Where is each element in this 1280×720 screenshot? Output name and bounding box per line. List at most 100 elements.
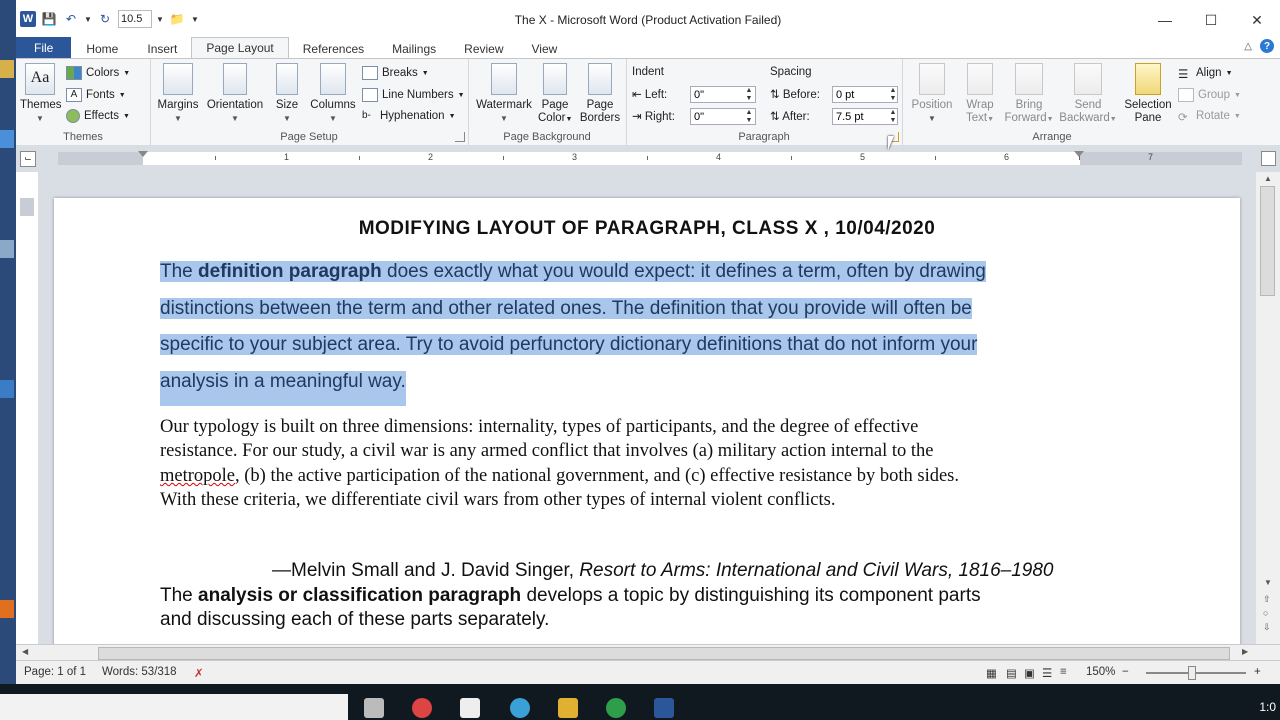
scroll-up-icon[interactable]: ▲ <box>1264 174 1272 183</box>
file-explorer-icon[interactable] <box>558 698 578 718</box>
themes-group: Aa Themes ▼ Colors ▼ A Fonts ▼ Effects ▼ The… <box>16 59 151 145</box>
wrap-text-button[interactable]: Wrap Text▼ <box>960 63 1000 126</box>
desktop-icon[interactable] <box>0 130 14 148</box>
zoom-in-button[interactable]: + <box>1254 666 1261 678</box>
spacing-before-spinner[interactable]: ▲ ▼ <box>888 87 898 104</box>
edge-icon[interactable] <box>510 698 530 718</box>
page-setup-launcher-icon[interactable] <box>455 132 465 142</box>
scroll-right-icon[interactable]: ▶ <box>1242 647 1248 656</box>
tab-home[interactable]: Home <box>71 39 133 59</box>
web-layout-icon[interactable]: ▣ <box>1024 666 1035 680</box>
ribbon-right-controls: △ ? <box>1244 39 1274 53</box>
document-page[interactable]: MODIFYING LAYOUT OF PARAGRAPH, CLASS X ,… <box>54 198 1240 644</box>
taskbar-search-box[interactable] <box>0 694 348 720</box>
word-taskbar-icon[interactable] <box>654 698 674 718</box>
window-title: The X - Microsoft Word (Product Activati… <box>514 13 782 27</box>
spacing-after-label: ⇅ After: <box>770 111 810 123</box>
page-color-button[interactable]: Page Color▼ <box>538 63 572 126</box>
tab-file[interactable]: File <box>16 37 72 59</box>
horizontal-ruler-row: ⌙ 1 2 3 4 5 6 7 <box>16 145 1280 172</box>
breaks-button[interactable]: Breaks ▼ <box>362 64 429 82</box>
desktop-icon[interactable] <box>0 380 14 398</box>
tab-page-layout[interactable]: Page Layout <box>191 37 289 59</box>
horizontal-scrollbar[interactable]: ◀ ▶ <box>16 644 1280 661</box>
document-title[interactable]: MODIFYING LAYOUT OF PARAGRAPH, CLASS X ,… <box>54 218 1240 240</box>
word-count[interactable]: Words: 53/318 <box>102 666 177 678</box>
vertical-scrollbar[interactable]: ▲ ▼ ⇧ ○ ⇩ <box>1256 172 1280 644</box>
close-button[interactable]: ✕ <box>1234 0 1280 40</box>
fonts-button[interactable]: A Fonts ▼ <box>66 86 126 104</box>
ruler-number: 1 <box>284 152 290 162</box>
task-view-icon[interactable] <box>364 698 384 718</box>
zoom-out-button[interactable]: − <box>1122 666 1129 678</box>
browser-icon[interactable] <box>412 698 432 718</box>
line-numbers-button[interactable]: Line Numbers ▼ <box>362 86 465 104</box>
draft-icon[interactable]: ≡ <box>1060 666 1067 678</box>
proofing-icon[interactable]: ✗ <box>194 666 204 680</box>
orientation-icon <box>223 63 247 95</box>
document-area[interactable]: MODIFYING LAYOUT OF PARAGRAPH, CLASS X ,… <box>38 172 1256 644</box>
zoom-level[interactable]: 150% <box>1086 666 1115 678</box>
size-button[interactable]: Size ▼ <box>272 63 302 125</box>
store-icon[interactable] <box>460 698 480 718</box>
page-count[interactable]: Page: 1 of 1 <box>24 666 86 678</box>
desktop-icon[interactable] <box>0 240 14 258</box>
orientation-button[interactable]: Orientation ▼ <box>204 63 266 125</box>
first-line-indent-marker[interactable] <box>138 151 148 157</box>
print-layout-icon[interactable]: ▦ <box>986 666 997 680</box>
horizontal-scroll-thumb[interactable] <box>98 647 1230 660</box>
vertical-scroll-thumb[interactable] <box>1260 186 1275 296</box>
tab-insert[interactable]: Insert <box>133 39 191 59</box>
zoom-slider[interactable] <box>1146 672 1246 674</box>
next-page-icon[interactable]: ⇩ <box>1263 622 1271 633</box>
definition-paragraph[interactable]: The definition paragraph does exactly wh… <box>160 254 1080 406</box>
bring-forward-button[interactable]: Bring Forward▼ <box>1004 63 1054 126</box>
tab-selector-icon[interactable]: ⌙ <box>20 151 36 167</box>
scroll-down-icon[interactable]: ▼ <box>1264 578 1272 587</box>
indent-right-spinner[interactable]: ▲ ▼ <box>744 109 754 126</box>
outline-icon[interactable]: ☰ <box>1042 666 1052 680</box>
tab-mailings[interactable]: Mailings <box>378 39 450 59</box>
effects-button[interactable]: Effects ▼ <box>66 107 130 125</box>
maximize-button[interactable]: ☐ <box>1188 0 1234 40</box>
tab-references[interactable]: References <box>289 39 378 59</box>
themes-button[interactable]: Aa Themes ▼ <box>20 63 62 125</box>
selection-pane-button[interactable]: Selection Pane <box>1122 63 1174 125</box>
tab-review[interactable]: Review <box>450 39 517 59</box>
full-screen-reading-icon[interactable]: ▤ <box>1006 666 1017 680</box>
citation[interactable]: —Melvin Small and J. David Singer, Resor… <box>272 560 1053 582</box>
bring-forward-icon <box>1015 63 1043 95</box>
app-icon[interactable] <box>606 698 626 718</box>
analysis-paragraph[interactable]: The analysis or classification paragraph… <box>160 584 1080 632</box>
minimize-ribbon-icon[interactable]: △ <box>1244 41 1252 52</box>
columns-button[interactable]: Columns ▼ <box>310 63 356 125</box>
arrange-group: Position ▼ Wrap Text▼ Bring Forward▼ Send Ba… <box>902 59 1242 145</box>
view-ruler-icon[interactable] <box>1261 151 1276 166</box>
indent-left-spinner[interactable]: ▲ ▼ <box>744 87 754 104</box>
colors-button[interactable]: Colors ▼ <box>66 64 130 82</box>
watermark-button[interactable]: Watermark ▼ <box>474 63 534 125</box>
zoom-slider-thumb[interactable] <box>1188 666 1196 680</box>
hyphenation-button[interactable]: b‐ Hyphenation ▼ <box>362 107 456 125</box>
tab-view[interactable]: View <box>518 39 572 59</box>
send-backward-icon <box>1074 63 1102 95</box>
rotate-button[interactable]: ⟳ Rotate ▼ <box>1178 107 1241 125</box>
send-backward-button[interactable]: Send Backward▼ <box>1058 63 1118 126</box>
scroll-left-icon[interactable]: ◀ <box>22 647 28 656</box>
clock[interactable]: 1:0 <box>1259 700 1276 714</box>
desktop-icon[interactable] <box>0 600 14 618</box>
page-borders-button[interactable]: Page Borders <box>578 63 622 125</box>
desktop-icon[interactable] <box>0 60 14 78</box>
align-button[interactable]: ☰ Align ▼ <box>1178 64 1233 82</box>
previous-page-icon[interactable]: ⇧ <box>1263 594 1271 605</box>
spacing-after-spinner[interactable]: ▲ ▼ <box>888 109 898 126</box>
group-button[interactable]: Group ▼ <box>1178 86 1241 104</box>
browse-object-icon[interactable]: ○ <box>1263 608 1268 618</box>
help-icon[interactable]: ? <box>1260 39 1274 53</box>
margins-button[interactable]: Margins ▼ <box>156 63 200 125</box>
position-button[interactable]: Position ▼ <box>910 63 954 125</box>
quote-paragraph[interactable]: Our typology is built on three dimension… <box>160 415 1080 513</box>
fonts-icon: A <box>66 88 82 102</box>
spelling-error[interactable]: metropole <box>160 466 235 486</box>
minimize-button[interactable]: — <box>1142 0 1188 40</box>
